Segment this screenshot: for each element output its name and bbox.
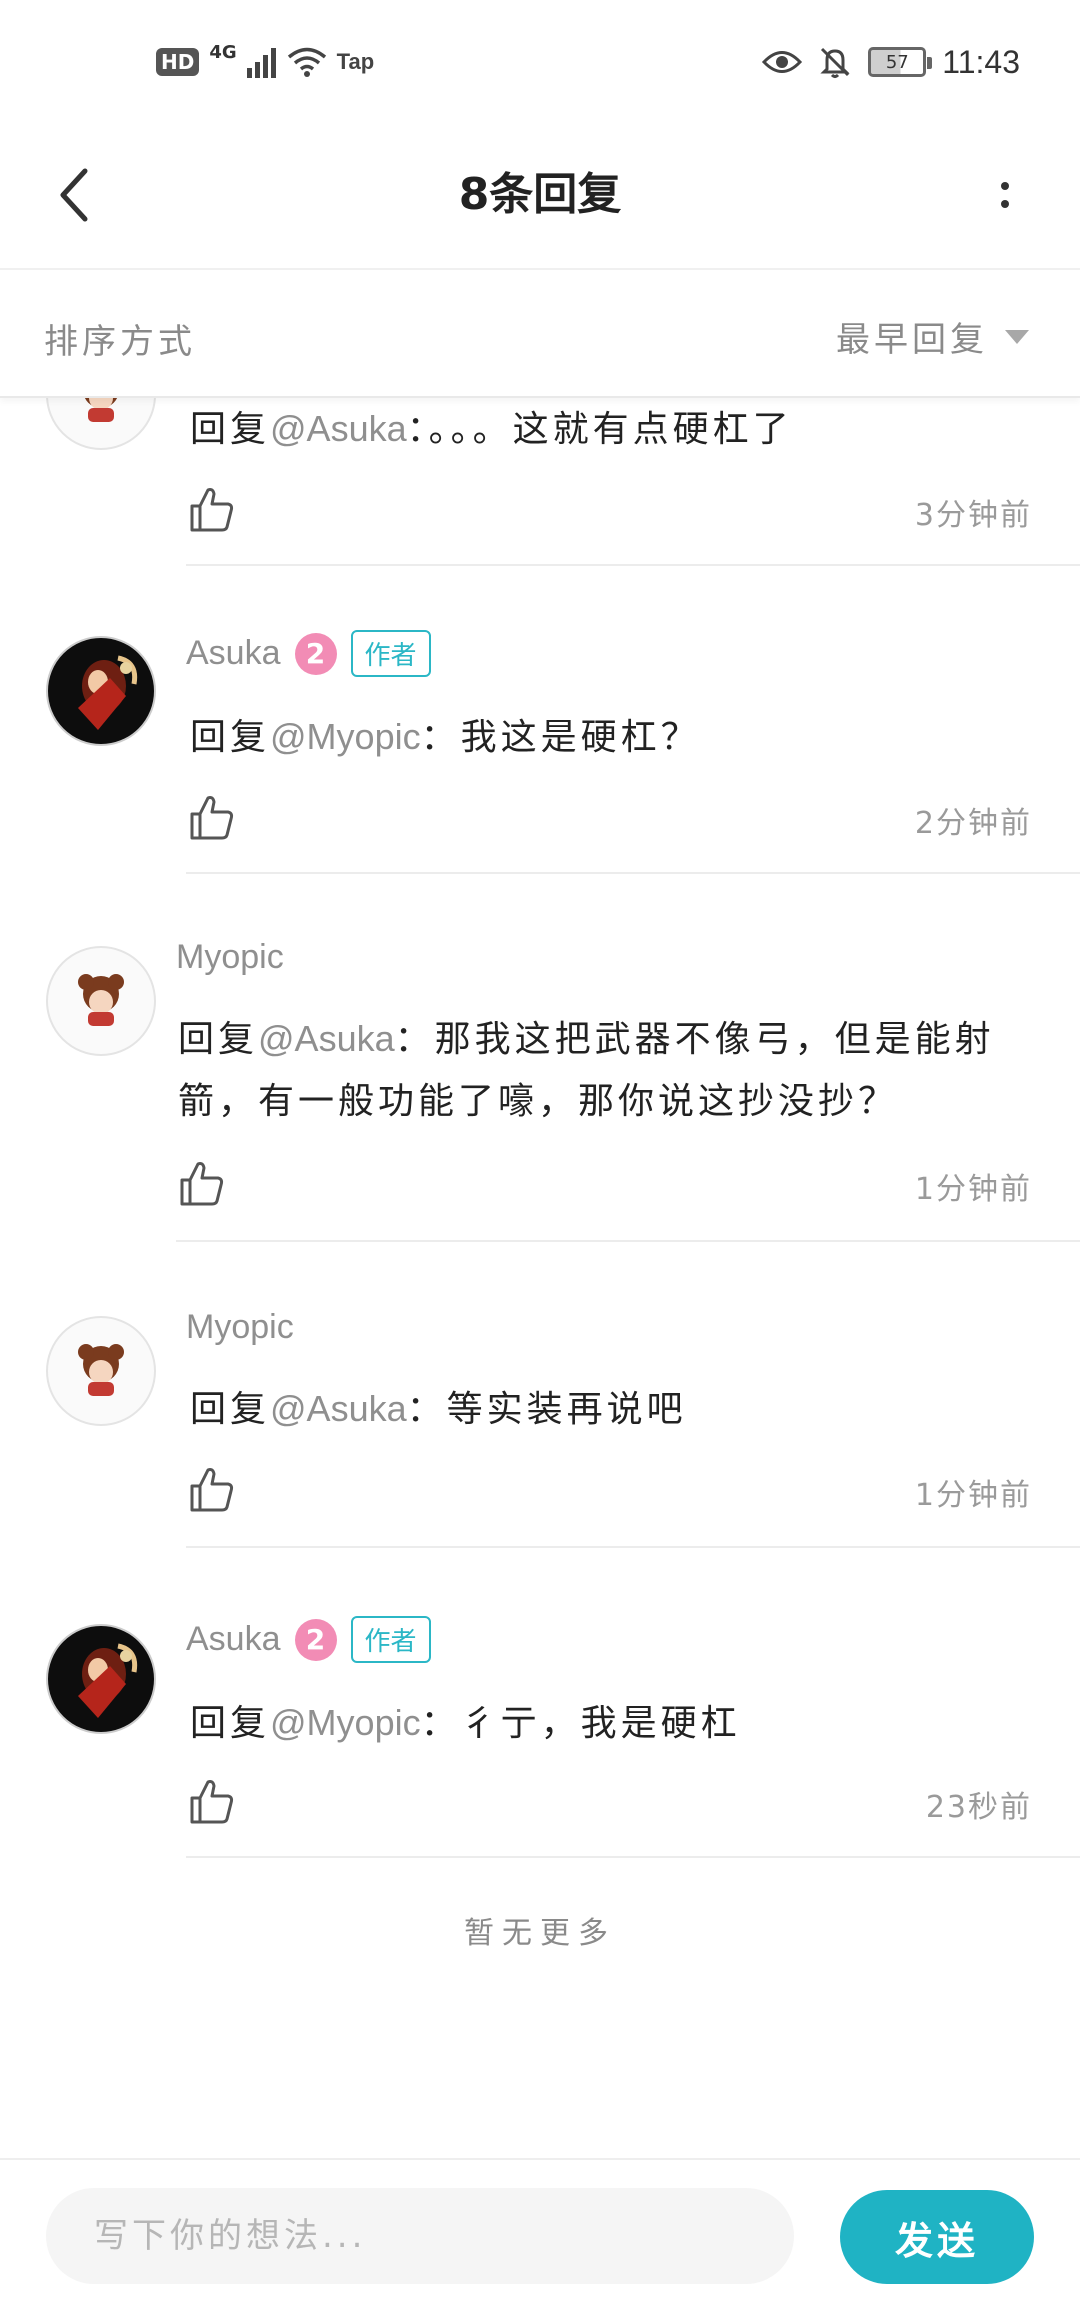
mention-link[interactable]: @Asuka: [270, 408, 407, 449]
reply-prefix: 回复: [190, 1703, 271, 1744]
more-icon-dot: [1001, 182, 1009, 190]
thumbs-up-icon[interactable]: [186, 484, 236, 534]
name-row: Asuka 2 作者: [186, 630, 431, 677]
username[interactable]: Myopic: [186, 1308, 294, 1347]
reply-item: 回复@Asuka：。。。这就有点硬杠了 3分钟前: [0, 398, 1080, 566]
divider: [186, 1546, 1080, 1548]
avatar[interactable]: [46, 636, 156, 746]
name-row: Myopic: [186, 1308, 294, 1347]
reply-list[interactable]: 回复@Asuka：。。。这就有点硬杠了 3分钟前 Asuka 2 作者 回复@M…: [0, 398, 1080, 2158]
comment-input[interactable]: [46, 2188, 794, 2284]
divider: [186, 564, 1080, 566]
comment-composer: 发送: [0, 2158, 1080, 2310]
avatar[interactable]: [46, 1316, 156, 1426]
myopic-avatar-image: [84, 398, 118, 422]
reply-content: 回复@Myopic：我这是硬杠？: [190, 706, 1030, 769]
reply-content: 回复@Asuka：。。。这就有点硬杠了: [190, 398, 1030, 461]
level-badge: 2: [294, 632, 337, 675]
clock: 11:43: [942, 43, 1020, 80]
avatar[interactable]: [46, 946, 156, 1056]
reply-item: Asuka 2 作者 回复@Myopic：我这是硬杠？ 2分钟前: [0, 624, 1080, 934]
reply-item: Myopic 回复@Asuka：等实装再说吧 1分钟前: [0, 1302, 1080, 1612]
level-badge: 2: [294, 1618, 337, 1661]
sort-dropdown[interactable]: 最早回复: [836, 312, 1030, 361]
myopic-avatar-image: [78, 974, 124, 1026]
divider: [186, 872, 1080, 874]
page-title: 8条回复: [458, 169, 622, 220]
more-button[interactable]: [970, 160, 1040, 230]
asuka-avatar-image: [78, 1643, 138, 1718]
divider: [186, 1856, 1080, 1858]
reply-content: 回复@Asuka：等实装再说吧: [190, 1378, 1030, 1441]
mention-link[interactable]: @Myopic: [270, 716, 421, 757]
username[interactable]: Asuka: [186, 634, 281, 673]
sort-value: 最早回复: [836, 320, 988, 360]
mention-link[interactable]: @Asuka: [270, 1388, 407, 1429]
reply-item: Asuka 2 作者 回复@Myopic：彳亍，我是硬杠 23秒前: [0, 1612, 1080, 1922]
author-badge: 作者: [350, 630, 431, 677]
reply-prefix: 回复: [190, 409, 271, 450]
asuka-avatar-image: [78, 655, 138, 730]
reply-time: 2分钟前: [914, 806, 1032, 841]
reply-item: Myopic 回复@Asuka：那我这把武器不像弓，但是能射箭，有一般功能了嚎，…: [0, 932, 1080, 1304]
name-row: Myopic: [176, 938, 284, 977]
thumbs-up-icon[interactable]: [186, 792, 236, 842]
reply-text: ：。。。这就有点硬杠了: [406, 409, 793, 450]
no-more-label: 暂无更多: [464, 1916, 616, 1951]
network-type: 4G: [209, 41, 237, 63]
battery-indicator: 57: [868, 47, 933, 77]
name-row: Asuka 2 作者: [186, 1616, 431, 1663]
status-right: 57 11:43: [762, 40, 1020, 84]
signal-icon: [246, 48, 276, 78]
reply-content: 回复@Asuka：那我这把武器不像弓，但是能射箭，有一般功能了嚎，那你说这抄没抄…: [178, 1008, 1038, 1133]
status-bar: HD 4G Tap 57 11:43: [0, 0, 1080, 120]
thumbs-up-icon[interactable]: [186, 1776, 236, 1826]
reply-text: ：我这是硬杠？: [420, 717, 701, 758]
sort-label: 排序方式: [44, 322, 196, 362]
avatar[interactable]: [46, 398, 156, 450]
status-left: HD 4G Tap: [156, 40, 374, 84]
eye-icon: [762, 51, 803, 73]
username[interactable]: Asuka: [186, 1620, 281, 1659]
reply-prefix: 回复: [190, 717, 271, 758]
reply-prefix: 回复: [178, 1019, 259, 1060]
username[interactable]: Myopic: [176, 938, 284, 977]
reply-time: 1分钟前: [914, 1172, 1032, 1207]
avatar[interactable]: [46, 1624, 156, 1734]
reply-time: 1分钟前: [914, 1478, 1032, 1513]
thumbs-up-icon[interactable]: [186, 1464, 236, 1514]
reply-content: 回复@Myopic：彳亍，我是硬杠: [190, 1692, 1030, 1755]
tap-label: Tap: [336, 49, 375, 74]
sort-bar: 排序方式 最早回复: [0, 272, 1080, 398]
wifi-icon: [287, 47, 326, 77]
mention-link[interactable]: @Myopic: [270, 1702, 421, 1743]
author-badge: 作者: [350, 1616, 431, 1663]
reply-time: 3分钟前: [914, 498, 1032, 533]
reply-text: ：等实装再说吧: [406, 1389, 687, 1430]
reply-text: ：彳亍，我是硬杠: [420, 1703, 741, 1744]
mention-link[interactable]: @Asuka: [258, 1018, 395, 1059]
reply-prefix: 回复: [190, 1389, 271, 1430]
dropdown-triangle-icon: [1005, 329, 1029, 344]
send-button[interactable]: 发送: [840, 2190, 1034, 2284]
reply-time: 23秒前: [925, 1790, 1032, 1825]
divider: [176, 1240, 1080, 1242]
myopic-avatar-image: [78, 1344, 124, 1396]
bell-off-icon: [820, 47, 850, 78]
hd-badge: HD: [156, 48, 200, 76]
more-icon-dot: [1001, 200, 1009, 208]
header: 8条回复: [0, 120, 1080, 270]
thumbs-up-icon[interactable]: [176, 1158, 226, 1208]
